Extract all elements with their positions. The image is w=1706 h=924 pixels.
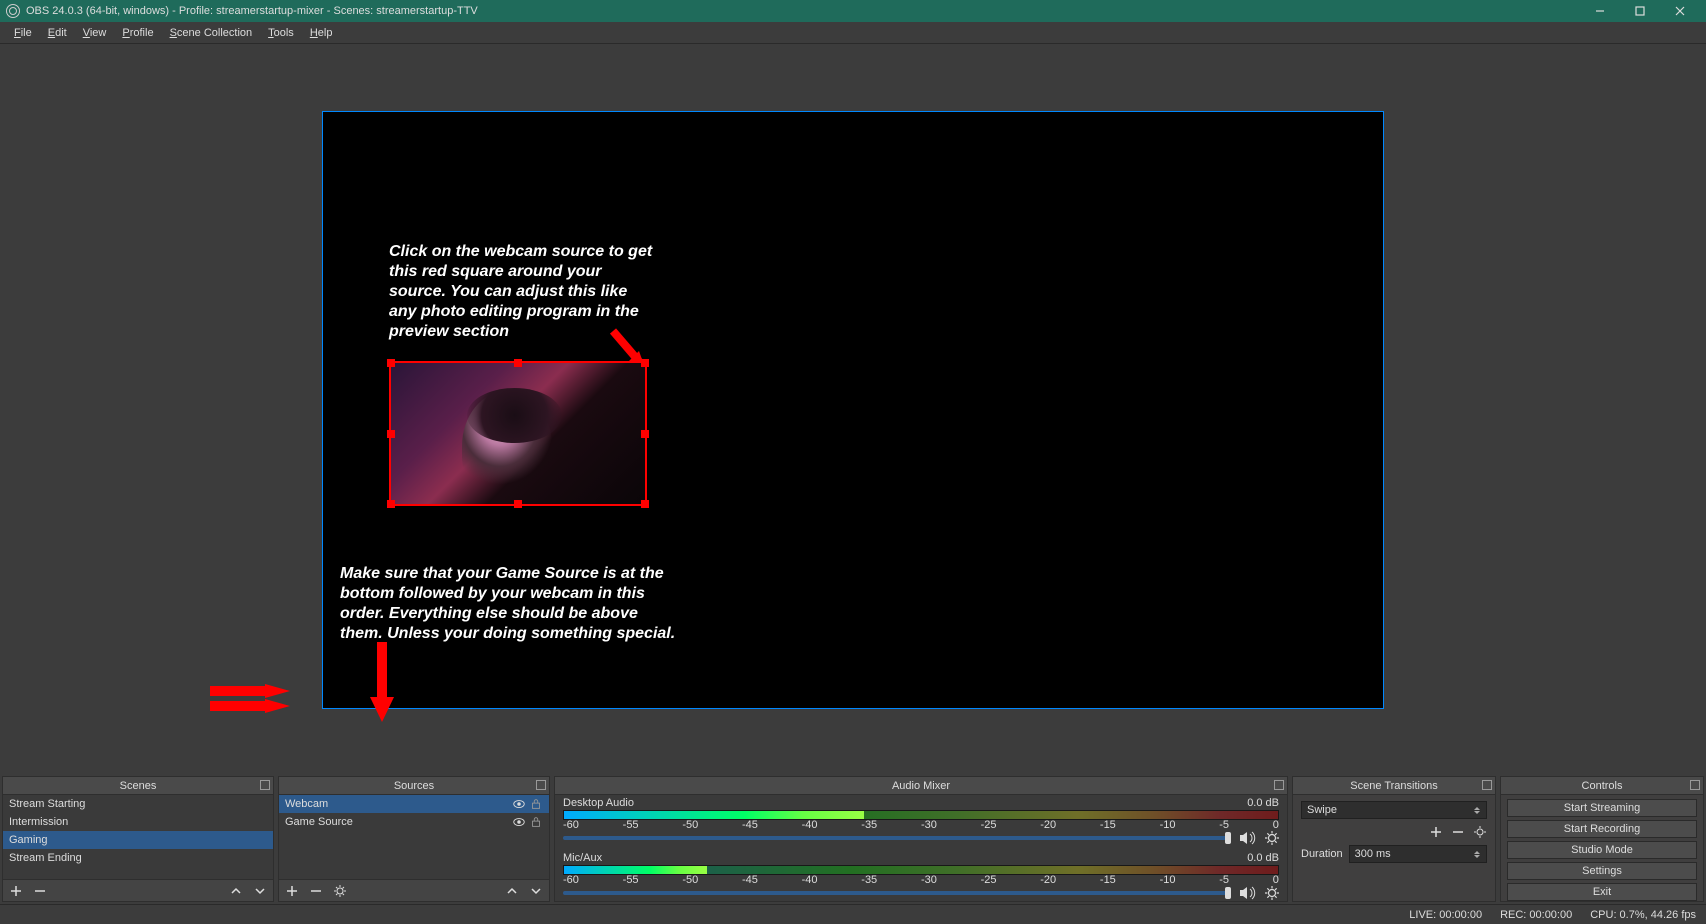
audio-ticks: -60-55-50-45-40-35-30-25-20-15-10-50 bbox=[563, 876, 1279, 884]
webcam-source-selection[interactable] bbox=[389, 361, 647, 506]
popout-icon[interactable] bbox=[1274, 780, 1284, 790]
menu-file[interactable]: File bbox=[6, 22, 40, 44]
popout-icon[interactable] bbox=[536, 780, 546, 790]
maximize-button[interactable] bbox=[1620, 0, 1660, 22]
audio-meter bbox=[563, 865, 1279, 875]
audio-channel-db: 0.0 dB bbox=[1247, 852, 1279, 864]
scene-transitions-header: Scene Transitions bbox=[1293, 777, 1495, 795]
scene-item[interactable]: Gaming bbox=[3, 831, 273, 849]
audio-channel: Mic/Aux 0.0 dB -60-55-50-45-40-35-30-25-2… bbox=[555, 850, 1287, 901]
menu-profile[interactable]: Profile bbox=[114, 22, 161, 44]
scene-item[interactable]: Stream Ending bbox=[3, 849, 273, 867]
audio-channel: Desktop Audio 0.0 dB -60-55-50-45-40-35-3… bbox=[555, 795, 1287, 850]
speaker-icon[interactable] bbox=[1239, 831, 1257, 845]
source-item[interactable]: Game Source bbox=[279, 813, 549, 831]
remove-source-button[interactable] bbox=[309, 884, 323, 898]
add-source-button[interactable] bbox=[285, 884, 299, 898]
audio-channel-name: Mic/Aux bbox=[563, 852, 602, 864]
bottom-docks: Scenes Stream Starting Intermission Gami… bbox=[0, 776, 1706, 904]
visibility-icon[interactable] bbox=[512, 797, 526, 811]
settings-button[interactable]: Settings bbox=[1507, 862, 1697, 880]
scenes-list[interactable]: Stream Starting Intermission Gaming Stre… bbox=[3, 795, 273, 879]
add-transition-button[interactable] bbox=[1429, 825, 1443, 839]
menu-help[interactable]: Help bbox=[302, 22, 341, 44]
menu-scene-collection[interactable]: Scene Collection bbox=[162, 22, 261, 44]
status-bar: LIVE: 00:00:00 REC: 00:00:00 CPU: 0.7%, … bbox=[0, 904, 1706, 924]
transition-select[interactable]: Swipe bbox=[1301, 801, 1487, 819]
audio-channel-db: 0.0 dB bbox=[1247, 797, 1279, 809]
controls-dock: Controls Start Streaming Start Recording… bbox=[1500, 776, 1704, 902]
scenes-header: Scenes bbox=[3, 777, 273, 795]
visibility-icon[interactable] bbox=[512, 815, 526, 829]
audio-mixer-body: Desktop Audio 0.0 dB -60-55-50-45-40-35-3… bbox=[555, 795, 1287, 901]
menu-tools[interactable]: Tools bbox=[260, 22, 302, 44]
obs-logo-icon bbox=[6, 4, 20, 18]
source-item[interactable]: Webcam bbox=[279, 795, 549, 813]
audio-ticks: -60-55-50-45-40-35-30-25-20-15-10-50 bbox=[563, 821, 1279, 829]
start-recording-button[interactable]: Start Recording bbox=[1507, 820, 1697, 838]
popout-icon[interactable] bbox=[260, 780, 270, 790]
arrow-icon bbox=[210, 699, 290, 713]
lock-icon[interactable] bbox=[529, 797, 543, 811]
add-scene-button[interactable] bbox=[9, 884, 23, 898]
status-live: LIVE: 00:00:00 bbox=[1409, 909, 1482, 921]
popout-icon[interactable] bbox=[1690, 780, 1700, 790]
audio-mixer-dock: Audio Mixer Desktop Audio 0.0 dB -60-55-5… bbox=[554, 776, 1288, 902]
remove-transition-button[interactable] bbox=[1451, 825, 1465, 839]
audio-meter bbox=[563, 810, 1279, 820]
menu-view[interactable]: View bbox=[75, 22, 115, 44]
exit-button[interactable]: Exit bbox=[1507, 883, 1697, 901]
preview-canvas[interactable]: Click on the webcam source to get this r… bbox=[322, 111, 1384, 709]
volume-slider[interactable] bbox=[563, 891, 1231, 895]
volume-slider[interactable] bbox=[563, 836, 1231, 840]
move-scene-up-button[interactable] bbox=[229, 884, 243, 898]
preview-area: Click on the webcam source to get this r… bbox=[0, 44, 1706, 776]
scene-item[interactable]: Stream Starting bbox=[3, 795, 273, 813]
scene-item[interactable]: Intermission bbox=[3, 813, 273, 831]
gear-icon[interactable] bbox=[1265, 886, 1279, 900]
move-scene-down-button[interactable] bbox=[253, 884, 267, 898]
start-streaming-button[interactable]: Start Streaming bbox=[1507, 799, 1697, 817]
tutorial-annotation-2: Make sure that your Game Source is at th… bbox=[340, 564, 680, 644]
transition-properties-button[interactable] bbox=[1473, 825, 1487, 839]
webcam-preview-image bbox=[391, 363, 645, 504]
popout-icon[interactable] bbox=[1482, 780, 1492, 790]
sources-list[interactable]: Webcam Game Source bbox=[279, 795, 549, 879]
arrow-icon bbox=[210, 684, 290, 698]
duration-input[interactable]: 300 ms bbox=[1349, 845, 1487, 863]
menu-edit[interactable]: Edit bbox=[40, 22, 75, 44]
status-cpu: CPU: 0.7%, 44.26 fps bbox=[1590, 909, 1696, 921]
close-button[interactable] bbox=[1660, 0, 1700, 22]
scenes-dock: Scenes Stream Starting Intermission Gami… bbox=[2, 776, 274, 902]
sources-header: Sources bbox=[279, 777, 549, 795]
studio-mode-button[interactable]: Studio Mode bbox=[1507, 841, 1697, 859]
remove-scene-button[interactable] bbox=[33, 884, 47, 898]
move-source-down-button[interactable] bbox=[529, 884, 543, 898]
move-source-up-button[interactable] bbox=[505, 884, 519, 898]
controls-header: Controls bbox=[1501, 777, 1703, 795]
sources-dock: Sources Webcam Game Source bbox=[278, 776, 550, 902]
status-rec: REC: 00:00:00 bbox=[1500, 909, 1572, 921]
source-properties-button[interactable] bbox=[333, 884, 347, 898]
menu-bar: File Edit View Profile Scene Collection … bbox=[0, 22, 1706, 44]
scene-transitions-dock: Scene Transitions Swipe Duration 300 ms bbox=[1292, 776, 1496, 902]
audio-channel-name: Desktop Audio bbox=[563, 797, 634, 809]
arrow-icon bbox=[367, 642, 397, 722]
gear-icon[interactable] bbox=[1265, 831, 1279, 845]
window-titlebar: OBS 24.0.3 (64-bit, windows) - Profile: … bbox=[0, 0, 1706, 22]
duration-label: Duration bbox=[1301, 848, 1343, 860]
audio-mixer-header: Audio Mixer bbox=[555, 777, 1287, 795]
window-title: OBS 24.0.3 (64-bit, windows) - Profile: … bbox=[26, 5, 478, 17]
minimize-button[interactable] bbox=[1580, 0, 1620, 22]
speaker-icon[interactable] bbox=[1239, 886, 1257, 900]
lock-icon[interactable] bbox=[529, 815, 543, 829]
